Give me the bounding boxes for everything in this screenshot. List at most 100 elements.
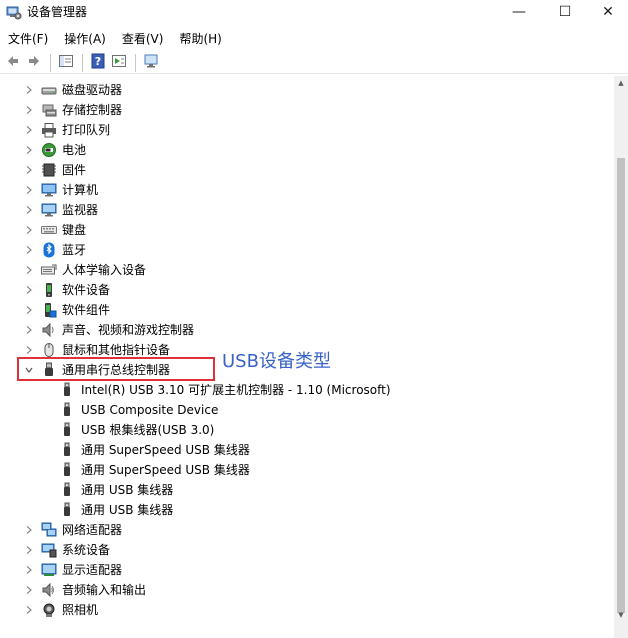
storage-controller-icon	[41, 102, 57, 118]
tree-category-monitor[interactable]: 监视器	[0, 200, 614, 220]
tree-category-speaker[interactable]: 声音、视频和游戏控制器	[0, 320, 614, 340]
camera-icon	[41, 602, 57, 618]
tree-category-label: 网络适配器	[62, 523, 123, 537]
tree-category-storage-controller[interactable]: 存储控制器	[0, 100, 614, 120]
tree-category-bluetooth[interactable]: 蓝牙	[0, 240, 614, 260]
menu-view[interactable]: 查看(V)	[114, 29, 172, 49]
tree-category-printer[interactable]: 打印队列	[0, 120, 614, 140]
chevron-right-icon[interactable]	[24, 264, 34, 276]
usb-device-item[interactable]: USB 根集线器(USB 3.0)	[0, 420, 614, 440]
usb-device-label: 通用 SuperSpeed USB 集线器	[81, 443, 250, 457]
close-button[interactable]: ✕	[588, 0, 628, 24]
tree-category-software-component[interactable]: 软件组件	[0, 300, 614, 320]
chevron-right-icon[interactable]	[24, 544, 34, 556]
chevron-right-icon[interactable]	[24, 224, 34, 236]
chevron-right-icon[interactable]	[24, 164, 34, 176]
tree-category-label: 软件设备	[62, 283, 111, 297]
forward-button[interactable]	[24, 53, 44, 73]
toolbar: ?	[0, 52, 628, 74]
tree-category-label: 鼠标和其他指针设备	[62, 343, 171, 357]
chevron-right-icon[interactable]	[24, 184, 34, 196]
tree-category-computer[interactable]: 计算机	[0, 180, 614, 200]
svg-text:?: ?	[95, 55, 101, 68]
chevron-right-icon[interactable]	[24, 284, 34, 296]
scrollbar-thumb[interactable]	[617, 158, 625, 613]
tree-category-label: 存储控制器	[62, 103, 123, 117]
tree-category-system-device[interactable]: 系统设备	[0, 540, 614, 560]
tree-category-label: 电池	[62, 143, 87, 157]
vertical-scrollbar[interactable]: ▲ ▼	[614, 76, 628, 638]
tree-category-hid[interactable]: 人体学输入设备	[0, 260, 614, 280]
forward-arrow-icon	[26, 53, 42, 72]
chevron-right-icon[interactable]	[24, 304, 34, 316]
tree-category-label: 音频输入和输出	[62, 583, 147, 597]
network-adapter-icon	[41, 522, 57, 538]
usb-device-item[interactable]: 通用 SuperSpeed USB 集线器	[0, 460, 614, 480]
chevron-right-icon[interactable]	[24, 144, 34, 156]
tree-category-label: 磁盘驱动器	[62, 83, 123, 97]
show-hide-console-tree-button[interactable]	[56, 53, 76, 73]
disk-drive-icon	[41, 82, 57, 98]
audio-io-icon	[41, 582, 57, 598]
help-button[interactable]: ?	[88, 53, 108, 73]
chevron-right-icon[interactable]	[24, 324, 34, 336]
close-icon: ✕	[602, 4, 614, 20]
tree-category-software-device[interactable]: 软件设备	[0, 280, 614, 300]
usb-device-label: Intel(R) USB 3.10 可扩展主机控制器 - 1.10 (Micro…	[81, 383, 391, 397]
monitor-icon	[41, 202, 57, 218]
scroll-down-arrow-icon[interactable]: ▼	[614, 608, 628, 622]
maximize-button[interactable]: ☐	[542, 0, 588, 24]
chevron-right-icon[interactable]	[24, 564, 34, 576]
help-icon: ?	[90, 53, 106, 72]
tree-category-audio-io[interactable]: 音频输入和输出	[0, 580, 614, 600]
minimize-button[interactable]: —	[496, 0, 542, 24]
usb-device-item[interactable]: 通用 USB 集线器	[0, 480, 614, 500]
usb-device-item[interactable]: Intel(R) USB 3.10 可扩展主机控制器 - 1.10 (Micro…	[0, 380, 614, 400]
properties-icon	[111, 53, 127, 72]
scroll-up-arrow-icon[interactable]: ▲	[614, 76, 628, 90]
tree-category-keyboard[interactable]: 键盘	[0, 220, 614, 240]
tree-category-label: 系统设备	[62, 543, 111, 557]
usb-device-item[interactable]: 通用 USB 集线器	[0, 500, 614, 520]
usb-device-label: USB 根集线器(USB 3.0)	[81, 423, 215, 437]
menu-file[interactable]: 文件(F)	[0, 29, 56, 49]
window-title: 设备管理器	[27, 5, 88, 19]
hid-icon	[41, 262, 57, 278]
usb-plug-icon	[59, 482, 75, 498]
display-adapter-icon	[41, 562, 57, 578]
chevron-right-icon[interactable]	[24, 204, 34, 216]
chevron-right-icon[interactable]	[24, 344, 34, 356]
menu-action[interactable]: 操作(A)	[56, 29, 114, 49]
tree-category-battery[interactable]: 电池	[0, 140, 614, 160]
chevron-right-icon[interactable]	[24, 584, 34, 596]
tree-category-label: 监视器	[62, 203, 99, 217]
tree-category-disk-drive[interactable]: 磁盘驱动器	[0, 80, 614, 100]
tree-category-label: 声音、视频和游戏控制器	[62, 323, 195, 337]
tree-category-network-adapter[interactable]: 网络适配器	[0, 520, 614, 540]
minimize-icon: —	[512, 4, 526, 20]
chevron-right-icon[interactable]	[24, 604, 34, 616]
tree-category-camera[interactable]: 照相机	[0, 600, 614, 620]
chevron-right-icon[interactable]	[24, 524, 34, 536]
usb-plug-icon	[59, 402, 75, 418]
maximize-icon: ☐	[558, 4, 572, 20]
usb-device-label: 通用 USB 集线器	[81, 483, 174, 497]
tree-category-display-adapter[interactable]: 显示适配器	[0, 560, 614, 580]
menu-help[interactable]: 帮助(H)	[171, 29, 229, 49]
properties-button[interactable]	[109, 53, 129, 73]
software-component-icon	[41, 302, 57, 318]
back-button[interactable]	[3, 53, 23, 73]
scan-hardware-button[interactable]	[141, 53, 161, 73]
chevron-right-icon[interactable]	[24, 244, 34, 256]
usb-device-label: 通用 SuperSpeed USB 集线器	[81, 463, 250, 477]
speaker-icon	[41, 322, 57, 338]
toolbar-separator	[135, 53, 136, 72]
firmware-icon	[41, 162, 57, 178]
tree-category-firmware[interactable]: 固件	[0, 160, 614, 180]
back-arrow-icon	[5, 53, 21, 72]
usb-device-item[interactable]: 通用 SuperSpeed USB 集线器	[0, 440, 614, 460]
chevron-right-icon[interactable]	[24, 84, 34, 96]
usb-device-item[interactable]: USB Composite Device	[0, 400, 614, 420]
chevron-right-icon[interactable]	[24, 104, 34, 116]
chevron-right-icon[interactable]	[24, 124, 34, 136]
